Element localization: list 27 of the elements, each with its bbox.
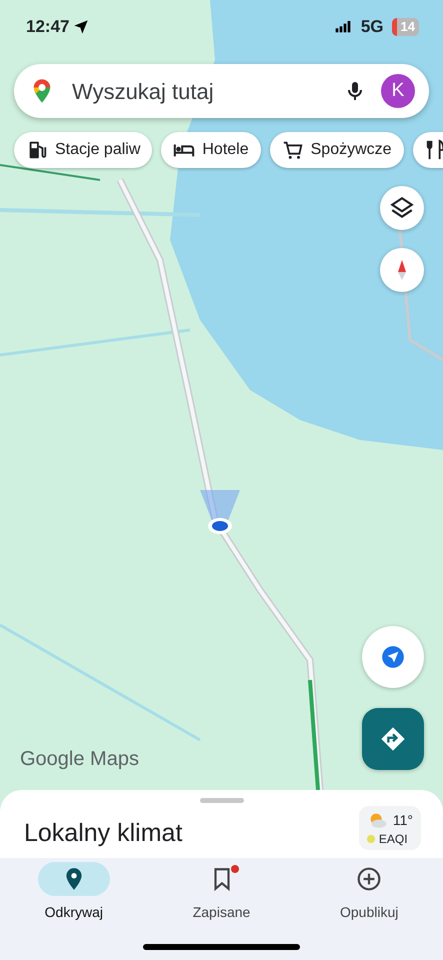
network-text: 5G: [360, 16, 384, 38]
category-chip[interactable]: Stacje paliw: [14, 132, 152, 168]
cart-icon: [282, 139, 304, 161]
nav-tab[interactable]: Odkrywaj: [0, 862, 148, 960]
fork-knife-icon: [424, 139, 443, 161]
search-field[interactable]: Wyszukaj tutaj: [70, 74, 329, 108]
weather-card[interactable]: 11° EAQI: [358, 806, 421, 850]
notification-dot: [230, 865, 238, 873]
avatar[interactable]: K: [381, 74, 415, 108]
nav-tab[interactable]: Opublikuj: [295, 862, 443, 960]
directions-icon: [379, 725, 407, 753]
layers-icon: [389, 195, 415, 221]
plus-circle-icon: [356, 866, 382, 892]
signal-icon: [332, 18, 353, 35]
location-arrow-icon: [73, 18, 90, 35]
category-chip[interactable]: Spożywcze: [270, 132, 404, 168]
category-chip[interactable]: Hotele: [161, 132, 261, 168]
time-text: 12:47: [26, 16, 70, 38]
air-quality-dot: [366, 834, 375, 843]
temperature-text: 11°: [392, 812, 413, 829]
search-bar[interactable]: Wyszukaj tutaj K: [14, 64, 429, 118]
directions-button[interactable]: [362, 708, 424, 770]
sheet-title: Lokalny klimat: [24, 818, 182, 849]
location-dot-icon: [200, 490, 240, 534]
map-logo: Google Maps: [20, 747, 139, 772]
air-quality-text: EAQI: [378, 832, 408, 846]
drag-handle[interactable]: [200, 798, 244, 803]
